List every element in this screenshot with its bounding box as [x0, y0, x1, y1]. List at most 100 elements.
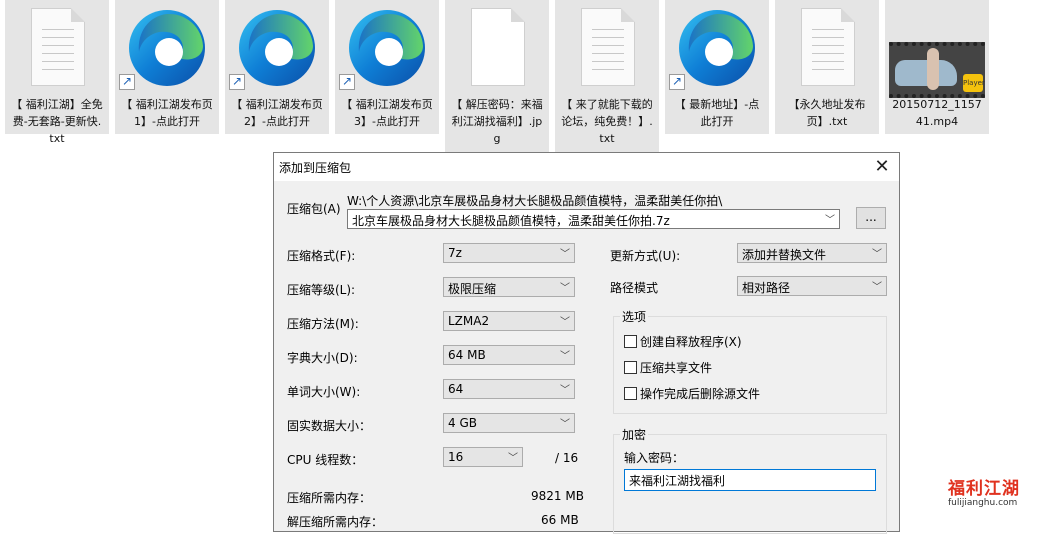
- file-item[interactable]: ↗ 【 福利江湖发布页2】-点此打开: [225, 0, 329, 134]
- delete-after-checkbox-label: 操作完成后删除源文件: [640, 387, 761, 401]
- dialog-titlebar[interactable]: 添加到压缩包 ✕: [274, 153, 899, 181]
- file-label: 【 福利江湖】全免费-无套路-更新快.txt: [11, 98, 103, 145]
- file-label: 【 最新地址】-点此打开: [674, 98, 760, 128]
- desktop-file-area: 【 福利江湖】全免费-无套路-更新快.txt ↗ 【 福利江湖发布页1】-点此打…: [0, 0, 1048, 152]
- browse-button[interactable]: ...: [856, 207, 886, 229]
- file-item[interactable]: 【永久地址发布页】.txt: [775, 0, 879, 134]
- word-size-label: 单词大小(W):: [287, 385, 361, 399]
- solid-size-select[interactable]: 4 GB ﹀: [443, 413, 575, 433]
- checkbox-box[interactable]: [624, 335, 637, 348]
- file-label: 【 福利江湖发布页3】-点此打开: [341, 98, 433, 128]
- solid-size-value: 4 GB: [448, 416, 477, 430]
- chevron-down-icon: ﹀: [872, 249, 882, 260]
- file-item[interactable]: Player 20150712_115741.mp4: [885, 0, 989, 134]
- update-mode-label: 更新方式(U):: [610, 249, 681, 263]
- watermark-url: fulijianghu.com: [948, 498, 1018, 508]
- file-label: 【 来了就能下载的论坛，纯免费！】.txt: [561, 98, 653, 145]
- watermark-text: 福利江湖: [948, 479, 1020, 499]
- archive-name-combo[interactable]: 北京车展极品身材大长腿极品颜值模特，温柔甜美任你拍.7z ﹀: [347, 209, 840, 229]
- edge-browser-icon: ↗: [667, 4, 767, 90]
- shortcut-arrow-icon: ↗: [229, 74, 245, 90]
- file-label: 20150712_115741.mp4: [892, 98, 982, 128]
- delete-after-checkbox[interactable]: 操作完成后删除源文件: [624, 385, 760, 402]
- txt-file-icon: [557, 4, 657, 90]
- format-select[interactable]: 7z ﹀: [443, 243, 575, 263]
- txt-file-icon: [777, 4, 877, 90]
- memory-label: 压缩所需内存：: [287, 491, 372, 505]
- close-icon[interactable]: ✕: [865, 153, 899, 181]
- encryption-group: 加密 输入密码： 来福利江湖找福利: [613, 426, 887, 534]
- update-mode-select[interactable]: 添加并替换文件 ﹀: [737, 243, 887, 263]
- password-input[interactable]: 来福利江湖找福利: [624, 469, 876, 491]
- cpu-threads-select[interactable]: 16 ﹀: [443, 447, 523, 467]
- chevron-down-icon: ﹀: [560, 385, 570, 396]
- txt-file-icon: [7, 4, 107, 90]
- path-mode-label: 路径模式: [610, 281, 659, 295]
- file-item[interactable]: ↗ 【 最新地址】-点此打开: [665, 0, 769, 134]
- level-select[interactable]: 极限压缩 ﹀: [443, 277, 575, 297]
- file-item[interactable]: ↗ 【 福利江湖发布页1】-点此打开: [115, 0, 219, 134]
- shortcut-arrow-icon: ↗: [669, 74, 685, 90]
- shortcut-arrow-icon: ↗: [339, 74, 355, 90]
- word-size-select[interactable]: 64 ﹀: [443, 379, 575, 399]
- sfx-checkbox[interactable]: 创建自释放程序(X): [624, 333, 742, 350]
- word-size-value: 64: [448, 382, 464, 396]
- archive-path: W:\个人资源\北京车展极品身材大长腿极品颜值模特，温柔甜美任你拍\: [347, 194, 723, 208]
- file-item[interactable]: 【 福利江湖】全免费-无套路-更新快.txt: [5, 0, 109, 145]
- chevron-down-icon: ﹀: [560, 283, 570, 294]
- format-value: 7z: [448, 246, 462, 260]
- format-label: 压缩格式(F):: [287, 249, 356, 263]
- decompress-memory-value: 66 MB: [541, 513, 579, 527]
- archive-label: 压缩包(A): [287, 202, 341, 216]
- shared-files-checkbox-label: 压缩共享文件: [640, 361, 713, 375]
- checkbox-box[interactable]: [624, 387, 637, 400]
- method-value: LZMA2: [448, 314, 490, 328]
- video-file-icon: Player: [887, 4, 987, 98]
- options-title: 选项: [620, 308, 649, 325]
- site-watermark-logo: 福利江湖 fulijianghu.com: [944, 470, 1048, 518]
- edge-browser-icon: ↗: [227, 4, 327, 90]
- player-badge: Player: [963, 74, 985, 92]
- dictionary-select[interactable]: 64 MB ﹀: [443, 345, 575, 365]
- file-label: 【 福利江湖发布页2】-点此打开: [231, 98, 323, 128]
- encryption-title: 加密: [620, 426, 649, 443]
- method-select[interactable]: LZMA2 ﹀: [443, 311, 575, 331]
- method-label: 压缩方法(M):: [287, 317, 359, 331]
- sfx-checkbox-label: 创建自释放程序(X): [640, 335, 742, 349]
- update-mode-value: 添加并替换文件: [742, 248, 827, 262]
- file-item[interactable]: 【 解压密码：来福利江湖找福利】.jpg: [445, 0, 549, 152]
- dictionary-value: 64 MB: [448, 348, 486, 362]
- password-label: 输入密码：: [624, 451, 685, 465]
- shortcut-arrow-icon: ↗: [119, 74, 135, 90]
- chevron-down-icon: ﹀: [825, 215, 835, 226]
- chevron-down-icon: ﹀: [508, 453, 518, 464]
- dialog-title: 添加到压缩包: [279, 161, 352, 175]
- level-label: 压缩等级(L):: [287, 283, 356, 297]
- shared-files-checkbox[interactable]: 压缩共享文件: [624, 359, 712, 376]
- path-mode-select[interactable]: 相对路径 ﹀: [737, 276, 887, 296]
- path-mode-value: 相对路径: [742, 281, 791, 295]
- jpg-file-icon: [447, 4, 547, 90]
- chevron-down-icon: ﹀: [560, 351, 570, 362]
- add-to-archive-dialog: 添加到压缩包 ✕ 压缩包(A) W:\个人资源\北京车展极品身材大长腿极品颜值模…: [273, 152, 900, 534]
- cpu-threads-total: / 16: [555, 451, 579, 465]
- dictionary-label: 字典大小(D):: [287, 351, 358, 365]
- file-item[interactable]: ↗ 【 福利江湖发布页3】-点此打开: [335, 0, 439, 134]
- solid-size-label: 固实数据大小：: [287, 419, 372, 433]
- archive-name-value: 北京车展极品身材大长腿极品颜值模特，温柔甜美任你拍.7z: [352, 214, 670, 228]
- level-value: 极限压缩: [448, 282, 497, 296]
- chevron-down-icon: ﹀: [560, 419, 570, 430]
- memory-value: 9821 MB: [531, 489, 584, 503]
- file-label: 【 解压密码：来福利江湖找福利】.jpg: [451, 98, 543, 145]
- chevron-down-icon: ﹀: [560, 249, 570, 260]
- checkbox-box[interactable]: [624, 361, 637, 374]
- cpu-threads-label: CPU 线程数：: [287, 453, 364, 467]
- edge-browser-icon: ↗: [117, 4, 217, 90]
- chevron-down-icon: ﹀: [560, 317, 570, 328]
- options-group: 选项 创建自释放程序(X) 压缩共享文件 操作完成后删除源文件: [613, 308, 887, 414]
- chevron-down-icon: ﹀: [872, 282, 882, 293]
- file-item[interactable]: 【 来了就能下载的论坛，纯免费！】.txt: [555, 0, 659, 152]
- cpu-threads-value: 16: [448, 450, 464, 464]
- file-label: 【 福利江湖发布页1】-点此打开: [121, 98, 213, 128]
- file-label: 【永久地址发布页】.txt: [788, 98, 866, 128]
